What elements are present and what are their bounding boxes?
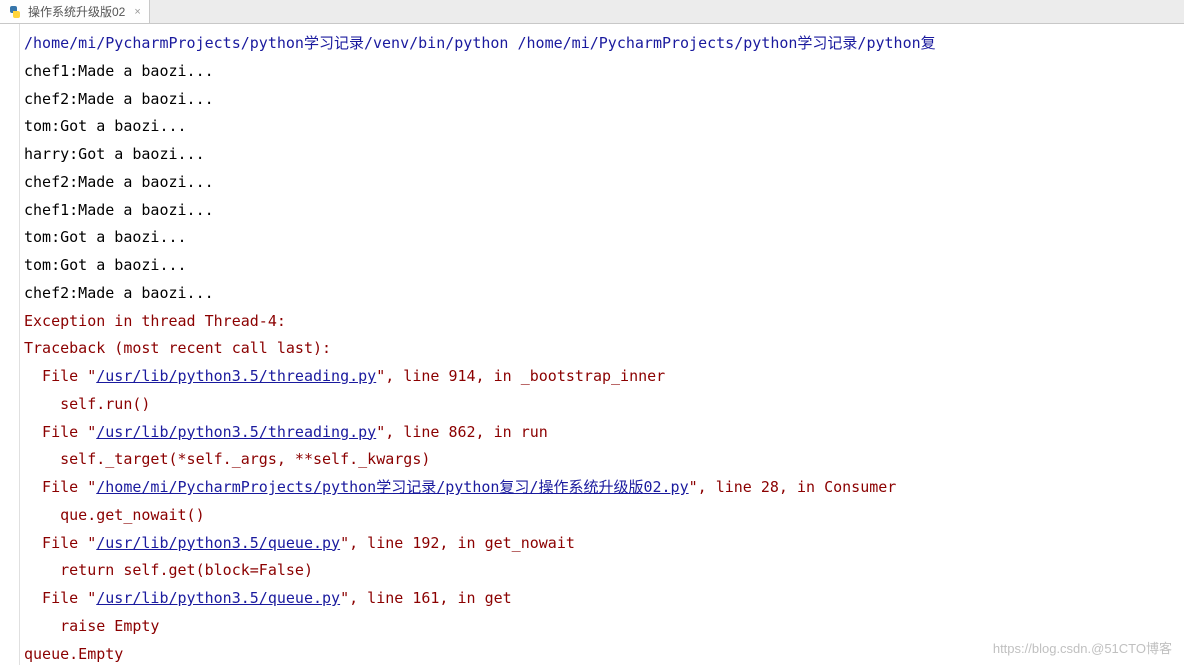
- tb-frame: File "/usr/lib/python3.5/queue.py", line…: [24, 534, 575, 552]
- output-line: chef1:Made a baozi...: [24, 62, 214, 80]
- output-line: tom:Got a baozi...: [24, 117, 187, 135]
- watermark: https://blog.csdn.@51CTO博客: [993, 638, 1172, 657]
- output-line: chef2:Made a baozi...: [24, 173, 214, 191]
- output-line: tom:Got a baozi...: [24, 256, 187, 274]
- close-icon[interactable]: ×: [134, 6, 140, 18]
- file-link[interactable]: /home/mi/PycharmProjects/python学习记录/pyth…: [96, 478, 688, 496]
- tb-frame: File "/usr/lib/python3.5/threading.py", …: [24, 423, 548, 441]
- file-link[interactable]: /usr/lib/python3.5/threading.py: [96, 367, 376, 385]
- tab-title: 操作系统升级版02: [28, 3, 125, 20]
- traceback-header: Exception in thread Thread-4:: [24, 312, 286, 330]
- output-line: chef2:Made a baozi...: [24, 284, 214, 302]
- command-line: /home/mi/PycharmProjects/python学习记录/venv…: [24, 34, 936, 52]
- tb-frame: File "/usr/lib/python3.5/threading.py", …: [24, 367, 665, 385]
- traceback-subheader: Traceback (most recent call last):: [24, 339, 331, 357]
- file-link[interactable]: /usr/lib/python3.5/threading.py: [96, 423, 376, 441]
- tab-bar: 操作系统升级版02 ×: [0, 0, 1184, 24]
- traceback-exception: queue.Empty: [24, 645, 123, 663]
- file-link[interactable]: /usr/lib/python3.5/queue.py: [96, 534, 340, 552]
- tb-code: raise Empty: [24, 617, 159, 635]
- tb-frame: File "/usr/lib/python3.5/queue.py", line…: [24, 589, 512, 607]
- python-icon: [8, 5, 22, 19]
- output-line: harry:Got a baozi...: [24, 145, 205, 163]
- console-gutter: [0, 24, 20, 665]
- tb-code: self.run(): [24, 395, 150, 413]
- tb-code: que.get_nowait(): [24, 506, 205, 524]
- tb-frame: File "/home/mi/PycharmProjects/python学习记…: [24, 478, 896, 496]
- output-line: chef2:Made a baozi...: [24, 90, 214, 108]
- output-line: chef1:Made a baozi...: [24, 201, 214, 219]
- tb-code: self._target(*self._args, **self._kwargs…: [24, 450, 430, 468]
- tb-code: return self.get(block=False): [24, 561, 313, 579]
- file-link[interactable]: /usr/lib/python3.5/queue.py: [96, 589, 340, 607]
- console-output[interactable]: /home/mi/PycharmProjects/python学习记录/venv…: [20, 24, 1184, 665]
- output-line: tom:Got a baozi...: [24, 228, 187, 246]
- file-tab[interactable]: 操作系统升级版02 ×: [0, 0, 150, 23]
